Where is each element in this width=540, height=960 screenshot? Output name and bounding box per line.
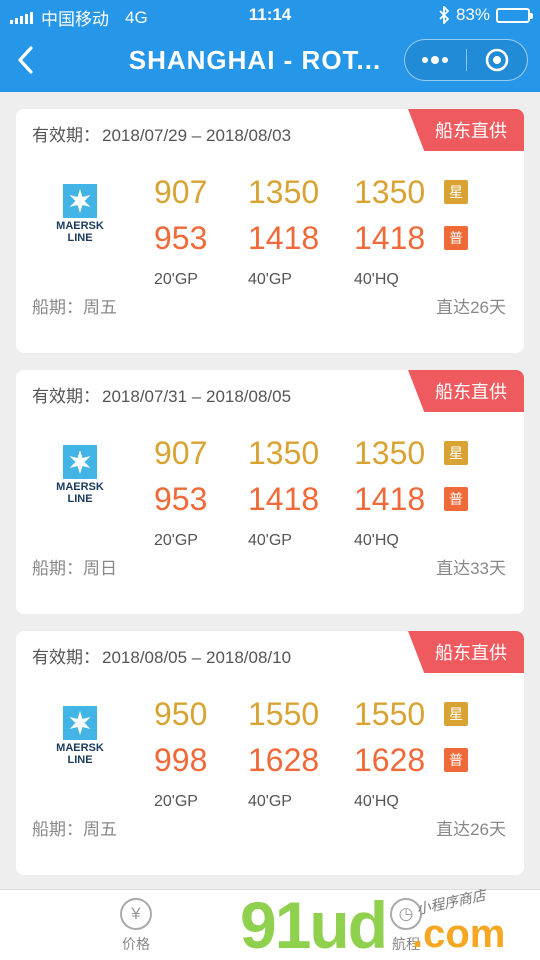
normal-price-40gp: 1418 <box>248 220 320 256</box>
carrier-logo: MAERSK LINE <box>52 445 108 505</box>
normal-price-20gp: 953 <box>154 481 208 517</box>
chevron-left-icon <box>18 46 33 74</box>
tab-price-label: 价格 <box>122 936 150 952</box>
sailing-day: 船期：周五 <box>32 820 117 839</box>
container-type-40gp: 40'GP <box>248 793 292 810</box>
normal-price-40gp: 1418 <box>248 481 320 517</box>
tab-price[interactable]: ¥ 价格 <box>106 898 166 954</box>
site-watermark: 91ud .com 小程序商店 <box>240 887 530 960</box>
transit-time: 直达33天 <box>436 559 506 578</box>
validity-dates: 2018/07/31 – 2018/08/05 <box>102 387 292 406</box>
rate-card[interactable]: 有效期： 2018/07/31 – 2018/08/05 船东直供 MAERSK L… <box>16 370 524 614</box>
status-bar: 中国移动 4G 11:14 83% <box>0 0 540 30</box>
rate-card[interactable]: 有效期： 2018/07/29 – 2018/08/03 船东直供 MAERSK L… <box>16 109 524 353</box>
normal-price-40hq: 1418 <box>354 481 426 517</box>
star-badge: 星 <box>444 180 468 204</box>
transit-time: 直达26天 <box>436 298 506 317</box>
more-button[interactable] <box>405 40 466 80</box>
yen-icon: ¥ <box>120 898 152 930</box>
star-badge: 星 <box>444 702 468 726</box>
container-type-40hq: 40'HQ <box>354 532 399 549</box>
container-type-40gp: 40'GP <box>248 271 292 288</box>
maersk-star-icon <box>63 706 97 740</box>
mini-program-capsule <box>404 39 528 81</box>
sailing-day: 船期：周五 <box>32 298 117 317</box>
carrier-logo-line2: LINE <box>67 493 93 505</box>
close-mini-program-button[interactable] <box>466 40 527 80</box>
carrier-logo-line1: MAERSK <box>56 742 104 754</box>
sailing-day: 船期：周日 <box>32 559 117 578</box>
container-type-20gp: 20'GP <box>154 532 198 549</box>
validity-dates: 2018/07/29 – 2018/08/03 <box>102 126 292 145</box>
battery-icon <box>496 7 533 23</box>
validity-label: 有效期： <box>32 126 100 145</box>
back-button[interactable] <box>10 42 40 78</box>
normal-price-40hq: 1418 <box>354 220 426 256</box>
carrier-logo-line1: MAERSK <box>56 220 104 232</box>
maersk-star-icon <box>63 445 97 479</box>
star-price-20gp: 907 <box>154 174 208 210</box>
container-type-40gp: 40'GP <box>248 532 292 549</box>
normal-price-20gp: 953 <box>154 220 208 256</box>
watermark-suffix: .com <box>412 912 506 956</box>
carrier-logo-line1: MAERSK <box>56 481 104 493</box>
direct-supply-tag: 船东直供 <box>408 109 524 151</box>
normal-price-40gp: 1628 <box>248 742 320 778</box>
star-price-40hq: 1550 <box>354 696 426 732</box>
more-dots-icon <box>422 56 449 64</box>
rate-card[interactable]: 有效期： 2018/08/05 – 2018/08/10 船东直供 MAERSK L… <box>16 631 524 875</box>
maersk-star-icon <box>63 184 97 218</box>
star-price-40hq: 1350 <box>354 435 426 471</box>
container-type-20gp: 20'GP <box>154 793 198 810</box>
page-title: SHANGHAI - ROT... <box>128 45 382 75</box>
app-header: 中国移动 4G 11:14 83% SHANGHAI - ROT... <box>0 0 540 92</box>
container-type-20gp: 20'GP <box>154 271 198 288</box>
star-price-20gp: 950 <box>154 696 208 732</box>
transit-time: 直达26天 <box>436 820 506 839</box>
bluetooth-icon <box>439 6 450 24</box>
validity-period: 有效期： 2018/08/05 – 2018/08/10 <box>32 643 291 668</box>
watermark-main: 91ud <box>240 888 388 960</box>
star-badge: 星 <box>444 441 468 465</box>
normal-badge: 普 <box>444 487 468 511</box>
normal-price-40hq: 1628 <box>354 742 426 778</box>
carrier-logo-line2: LINE <box>67 754 93 766</box>
star-price-20gp: 907 <box>154 435 208 471</box>
container-type-40hq: 40'HQ <box>354 271 399 288</box>
star-price-40gp: 1550 <box>248 696 320 732</box>
validity-period: 有效期： 2018/07/31 – 2018/08/05 <box>32 382 291 407</box>
star-price-40gp: 1350 <box>248 174 320 210</box>
navigation-bar: SHANGHAI - ROT... <box>0 30 540 90</box>
normal-price-20gp: 998 <box>154 742 208 778</box>
validity-label: 有效期： <box>32 648 100 667</box>
container-type-40hq: 40'HQ <box>354 793 399 810</box>
target-circle-icon <box>485 48 509 72</box>
validity-label: 有效期： <box>32 387 100 406</box>
carrier-logo-line2: LINE <box>67 232 93 244</box>
normal-badge: 普 <box>444 226 468 250</box>
star-price-40hq: 1350 <box>354 174 426 210</box>
battery-percent: 83% <box>455 5 490 24</box>
star-price-40gp: 1350 <box>248 435 320 471</box>
normal-badge: 普 <box>444 748 468 772</box>
validity-period: 有效期： 2018/07/29 – 2018/08/03 <box>32 121 291 146</box>
carrier-logo: MAERSK LINE <box>52 706 108 766</box>
validity-dates: 2018/08/05 – 2018/08/10 <box>102 648 292 667</box>
carrier-logo: MAERSK LINE <box>52 184 108 244</box>
direct-supply-tag: 船东直供 <box>408 370 524 412</box>
direct-supply-tag: 船东直供 <box>408 631 524 673</box>
